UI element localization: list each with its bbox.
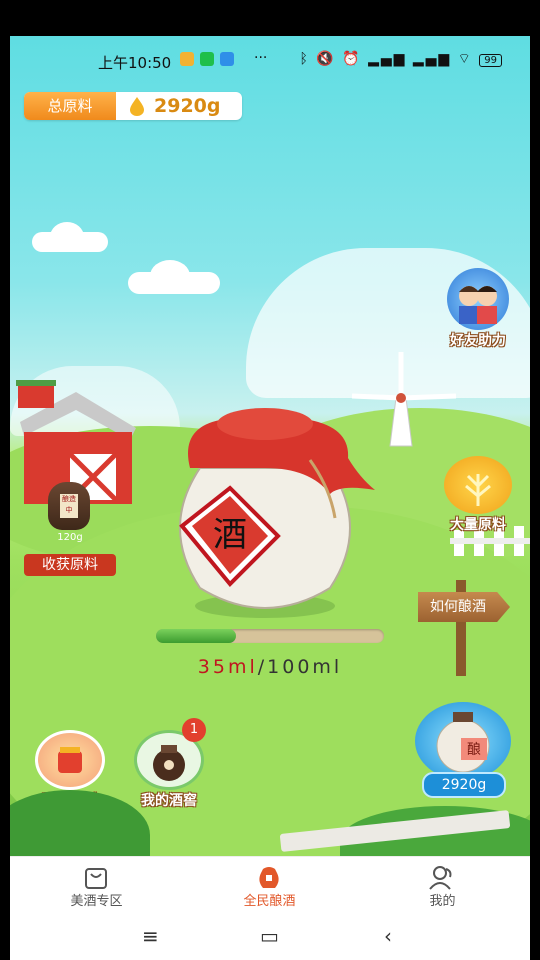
wine-jar[interactable]: 酒 (160, 398, 390, 622)
cloud (50, 222, 84, 252)
cloud (150, 260, 190, 292)
bulk-material-label: 大量原料 (450, 517, 506, 533)
my-cellar-button[interactable]: 1 我的酒窖 (124, 718, 214, 810)
droplet-icon (130, 97, 144, 116)
jar-label: 酒 (213, 515, 247, 555)
phone-screen: 上午10:50 ··· ᛒ 🔇 ⏰ ▂▄▆ ▂▄▆ ⌔ 99 总原料 2920g (10, 36, 530, 960)
brew-progress-fill (156, 629, 236, 643)
nav-label-me: 我的 (429, 894, 456, 909)
bulk-material-button[interactable]: 大量原料 (430, 456, 526, 534)
menu-icon[interactable]: ≡ (142, 924, 159, 948)
harvest-amount: 120g (57, 532, 83, 543)
more-notifications: ··· (254, 50, 268, 66)
total-material-value: 2920g (154, 95, 221, 117)
how-to-brew-button[interactable]: 如何酿酒 (418, 592, 510, 622)
brew-progress-bar (156, 629, 384, 643)
brewing-jar-icon: 酿造中 (48, 482, 90, 530)
shop-icon (35, 730, 105, 790)
bag-icon (85, 868, 107, 889)
jar-icon (259, 867, 279, 888)
wechat-icon (200, 52, 214, 66)
total-material-pill: 总原料 2920g (24, 92, 242, 120)
mute-icon: 🔇 (316, 51, 336, 67)
mail-icon (220, 52, 234, 66)
friend-help-button[interactable]: 好友助力 (428, 268, 528, 350)
harvest-button[interactable]: 收获原料 (24, 554, 116, 576)
nav-item-brew[interactable]: 全民酿酒 (183, 857, 356, 911)
progress-current: 35ml (197, 656, 258, 678)
brew-jar-amount: 2920g (422, 772, 506, 798)
wifi-icon: ⌔ (457, 51, 473, 67)
brewing-badge: 酿造中 (60, 494, 78, 518)
status-time: 上午10:50 (98, 54, 172, 72)
home-icon[interactable]: ▭ (260, 924, 279, 948)
message-icon (180, 52, 194, 66)
signal-icon: ▂▄▆ (412, 51, 452, 67)
nav-item-me[interactable]: 我的 (356, 857, 529, 911)
nav-item-wine-zone[interactable]: 美酒专区 (10, 857, 183, 911)
friends-icon (447, 268, 509, 330)
game-scene: 上午10:50 ··· ᛒ 🔇 ⏰ ▂▄▆ ▂▄▆ ⌔ 99 总原料 2920g (10, 36, 530, 856)
my-cellar-label: 我的酒窖 (141, 793, 197, 809)
total-material-label: 总原料 (24, 92, 116, 120)
progress-total: 100ml (267, 656, 343, 678)
status-bar: 上午10:50 ··· ᛒ 🔇 ⏰ ▂▄▆ ▂▄▆ ⌔ 99 (10, 36, 530, 82)
status-icons: ᛒ 🔇 ⏰ ▂▄▆ ▂▄▆ ⌔ 99 (299, 50, 502, 68)
bluetooth-icon: ᛒ (299, 51, 310, 67)
brew-jar-icon: 酿 (415, 702, 511, 780)
nav-label-brew: 全民酿酒 (243, 894, 296, 909)
wheat-icon (444, 456, 512, 514)
signal-icon: ▂▄▆ (368, 51, 407, 67)
nav-label-wine-zone: 美酒专区 (70, 894, 123, 909)
user-icon (429, 866, 452, 890)
back-icon[interactable]: ‹ (384, 924, 392, 948)
brew-progress-text: 35ml/100ml (10, 656, 530, 678)
bottom-navigation: 美酒专区 全民酿酒 我的 (10, 856, 530, 911)
system-navigation: ≡ ▭ ‹ (10, 910, 530, 960)
brew-jar-button[interactable]: 酿 2920g (410, 702, 516, 798)
brew-jar-label: 酿 (467, 742, 481, 758)
progress-separator: / (257, 656, 268, 678)
friend-help-label: 好友助力 (450, 333, 506, 349)
alarm-icon: ⏰ (342, 51, 362, 67)
battery-icon: 99 (479, 54, 502, 67)
cellar-badge: 1 (182, 718, 206, 742)
